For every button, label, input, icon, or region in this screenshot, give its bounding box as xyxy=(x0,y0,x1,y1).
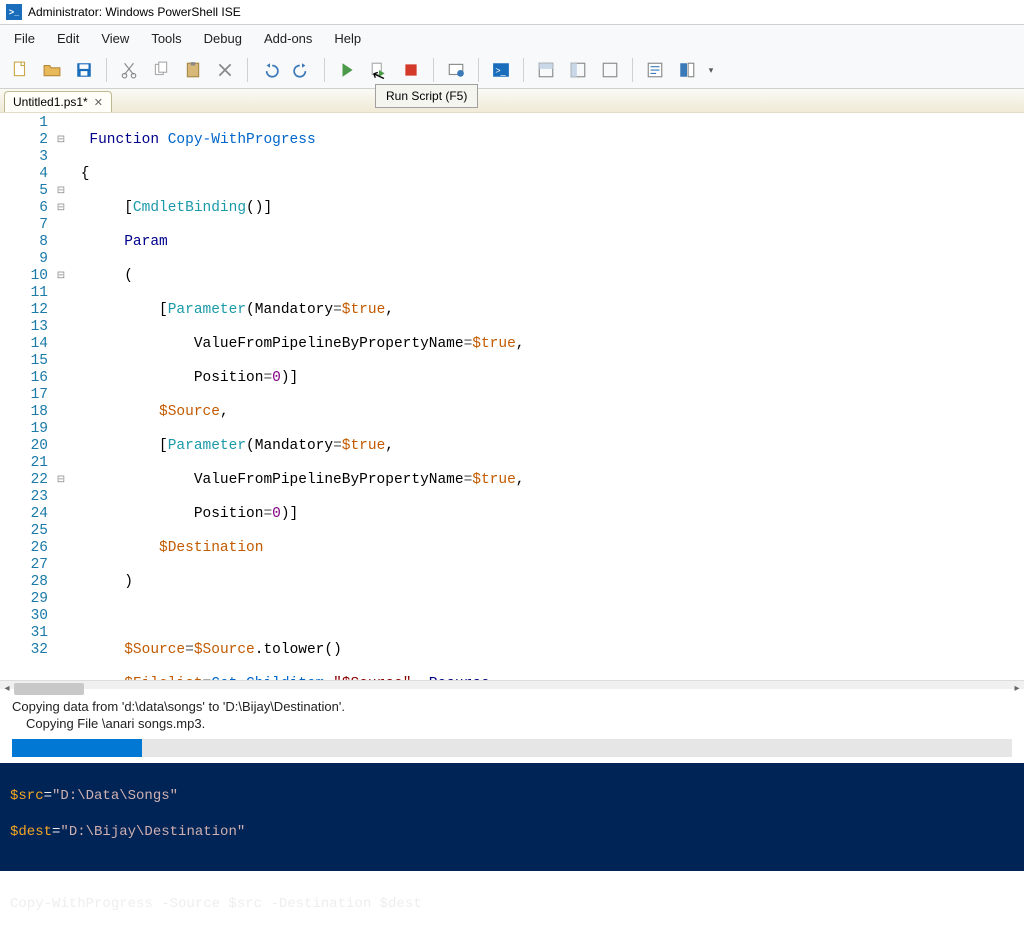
window-title: Administrator: Windows PowerShell ISE xyxy=(28,5,241,19)
scroll-right-icon[interactable]: ▸ xyxy=(1010,681,1024,697)
menu-file[interactable]: File xyxy=(4,27,45,50)
fold-gutter[interactable]: ⊟⊟⊟⊟⊟ xyxy=(54,113,68,680)
tab-close-button[interactable]: ✕ xyxy=(94,96,103,109)
menu-addons[interactable]: Add-ons xyxy=(254,27,322,50)
progress-bar-fill xyxy=(12,739,142,757)
new-button[interactable] xyxy=(6,56,34,84)
scroll-thumb[interactable] xyxy=(14,683,84,695)
titlebar: >_ Administrator: Windows PowerShell ISE xyxy=(0,0,1024,25)
separator xyxy=(478,58,479,82)
menu-debug[interactable]: Debug xyxy=(194,27,252,50)
separator xyxy=(247,58,248,82)
show-script-top-button[interactable] xyxy=(532,56,560,84)
separator xyxy=(433,58,434,82)
console-line: Copy-WithProgress -Source $src -Destinat… xyxy=(10,895,1014,913)
menu-edit[interactable]: Edit xyxy=(47,27,89,50)
console-pane[interactable]: $src="D:\Data\Songs" $dest="D:\Bijay\Des… xyxy=(0,763,1024,871)
new-remote-tab-button[interactable] xyxy=(442,56,470,84)
run-script-button[interactable] xyxy=(333,56,361,84)
separator xyxy=(632,58,633,82)
run-script-tooltip: Run Script (F5) xyxy=(375,84,478,108)
menu-view[interactable]: View xyxy=(91,27,139,50)
redo-button[interactable] xyxy=(288,56,316,84)
open-button[interactable] xyxy=(38,56,66,84)
menu-help[interactable]: Help xyxy=(324,27,371,50)
progress-bar xyxy=(12,739,1012,757)
separator xyxy=(523,58,524,82)
code-content[interactable]: Function Copy-WithProgress { [CmdletBind… xyxy=(68,113,1024,680)
progress-pane: Copying data from 'd:\data\songs' to 'D:… xyxy=(0,689,1024,763)
undo-button[interactable] xyxy=(256,56,284,84)
tabbar: Untitled1.ps1* ✕ xyxy=(0,89,1024,112)
menu-tools[interactable]: Tools xyxy=(141,27,191,50)
script-tab[interactable]: Untitled1.ps1* ✕ xyxy=(4,91,112,112)
progress-status: Copying File \anari songs.mp3. xyxy=(12,716,1012,731)
save-button[interactable] xyxy=(70,56,98,84)
toolbar: >_ ▾ xyxy=(0,52,1024,89)
paste-button[interactable] xyxy=(179,56,207,84)
svg-text:>_: >_ xyxy=(495,65,506,75)
show-script-right-button[interactable] xyxy=(564,56,592,84)
line-number-gutter: 1234567891011121314151617181920212223242… xyxy=(0,113,54,680)
progress-activity: Copying data from 'd:\data\songs' to 'D:… xyxy=(12,699,1012,714)
console-line: $dest="D:\Bijay\Destination" xyxy=(10,823,1014,841)
powershell-tab-button[interactable]: >_ xyxy=(487,56,515,84)
separator xyxy=(106,58,107,82)
toolbar-overflow[interactable]: ▾ xyxy=(705,56,717,84)
scroll-left-icon[interactable]: ◂ xyxy=(0,681,14,697)
stop-button[interactable] xyxy=(397,56,425,84)
separator xyxy=(324,58,325,82)
app-icon: >_ xyxy=(6,4,22,20)
clear-button[interactable] xyxy=(211,56,239,84)
code-editor[interactable]: 1234567891011121314151617181920212223242… xyxy=(0,112,1024,680)
tab-label: Untitled1.ps1* xyxy=(13,95,88,109)
show-script-max-button[interactable] xyxy=(596,56,624,84)
show-command-addon-button[interactable] xyxy=(673,56,701,84)
run-selection-button[interactable] xyxy=(365,56,393,84)
menubar: File Edit View Tools Debug Add-ons Help xyxy=(0,25,1024,52)
console-line xyxy=(10,859,1014,877)
copy-button[interactable] xyxy=(147,56,175,84)
show-command-button[interactable] xyxy=(641,56,669,84)
editor-horizontal-scrollbar[interactable]: ◂ ▸ xyxy=(0,680,1024,689)
console-line: $src="D:\Data\Songs" xyxy=(10,787,1014,805)
cut-button[interactable] xyxy=(115,56,143,84)
